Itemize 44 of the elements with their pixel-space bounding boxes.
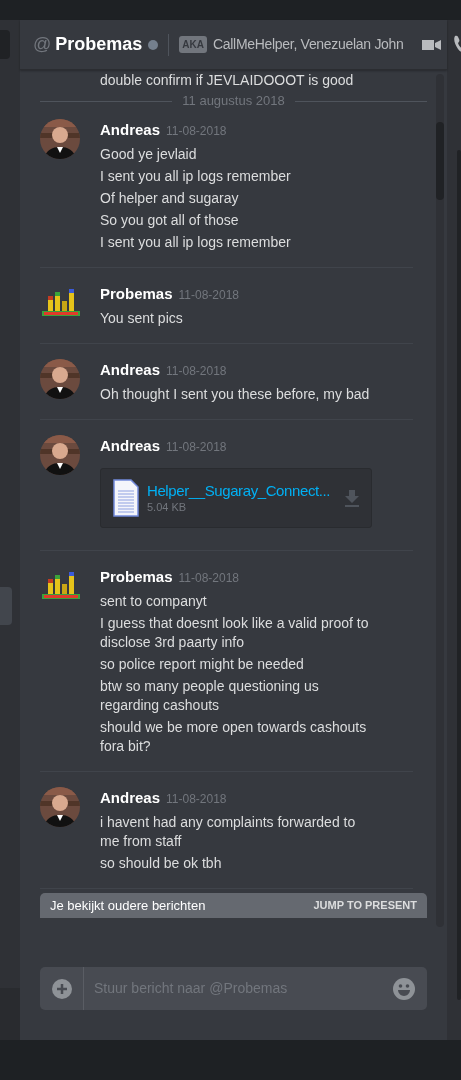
timestamp: 11-08-2018: [166, 123, 227, 140]
timestamp: 11-08-2018: [166, 439, 227, 456]
author-name[interactable]: Andreas: [100, 119, 161, 141]
file-size: 5.04 KB: [147, 500, 188, 514]
author-name[interactable]: Andreas: [100, 435, 161, 457]
logo-avatar[interactable]: [40, 289, 80, 319]
message-text: double confirm if JEVLAIDOOOT is good: [99, 71, 355, 90]
message-text: Of helper and sugaray: [100, 189, 240, 208]
message-text: I sent you all ip logs remember: [100, 233, 292, 252]
at-sign: @: [33, 33, 52, 56]
message-text: I sent you all ip logs remember: [100, 167, 292, 186]
aka-badge: AKA: [179, 36, 207, 53]
scrollbar[interactable]: [436, 74, 444, 927]
video-call-icon[interactable]: [421, 38, 441, 51]
aka-names: CallMeHelper, Venezuelan John: [213, 35, 404, 54]
message-text: Good ye jevlaid: [100, 145, 198, 164]
emoji-icon[interactable]: [393, 977, 415, 1000]
avatar[interactable]: [40, 435, 80, 475]
message-text: should we be more open towards cashouts fora bit?: [100, 718, 368, 756]
message-text: so should be ok tbh: [100, 854, 223, 873]
banner-text: Je bekijkt oudere berichten: [50, 896, 206, 915]
file-link[interactable]: Helper__Sugaray_Connect...: [147, 482, 337, 500]
jump-to-present-button[interactable]: JUMP TO PRESENT: [313, 897, 417, 914]
avatar[interactable]: [40, 119, 80, 159]
message-text: sent to companyt: [100, 592, 208, 611]
message-text: So you got all of those: [100, 211, 240, 230]
avatar[interactable]: [40, 787, 80, 827]
file-icon: [113, 479, 139, 517]
add-icon[interactable]: [51, 978, 72, 999]
date-divider: 11 augustus 2018: [181, 92, 286, 111]
channel-title: Probemas: [55, 33, 143, 56]
avatar[interactable]: [40, 359, 80, 399]
author-name[interactable]: Probemas: [100, 566, 173, 588]
timestamp: 11-08-2018: [178, 570, 240, 587]
author-name[interactable]: Probemas: [100, 283, 173, 305]
message-text: You sent pics: [100, 309, 184, 328]
timestamp: 11-08-2018: [178, 287, 240, 304]
author-name[interactable]: Andreas: [100, 787, 161, 809]
message-text: so police report might be needed: [100, 655, 305, 674]
timestamp: 11-08-2018: [166, 363, 227, 380]
author-name[interactable]: Andreas: [100, 359, 161, 381]
logo-avatar[interactable]: [40, 572, 80, 602]
timestamp: 11-08-2018: [166, 791, 227, 808]
message-text: Oh thought I sent you these before, my bad: [100, 385, 371, 404]
